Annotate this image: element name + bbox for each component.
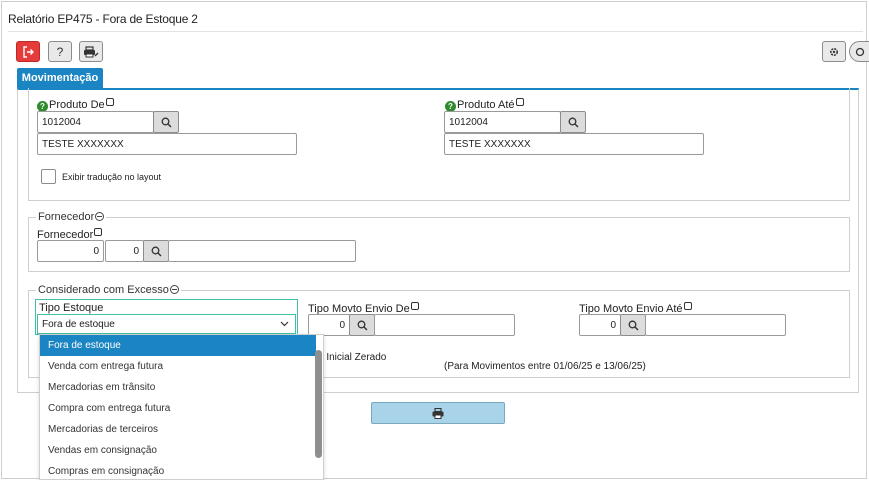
produto-ate-label: Produto Até [457, 99, 515, 111]
window-title: Relatório EP475 - Fora de Estoque 2 [8, 12, 198, 26]
fornecedor-code-input[interactable]: 0 [37, 240, 104, 262]
movto-ate-search-button[interactable] [620, 314, 646, 336]
chevron-down-icon [280, 321, 289, 327]
copy-icon[interactable] [105, 98, 114, 106]
excesso-legend: Considerado com Excesso [38, 284, 169, 296]
movto-de-search-button[interactable] [349, 314, 375, 336]
print-preview-button[interactable] [79, 41, 103, 62]
collapse-icon[interactable] [169, 285, 179, 294]
dropdown-option[interactable]: Compra com entrega futura [40, 398, 316, 419]
periodo-text: (Para Movimentos entre 01/06/25 e 13/06/… [444, 361, 646, 372]
collapse-icon[interactable] [95, 212, 105, 221]
produto-de-label-row: ? Produto De [37, 98, 114, 112]
saldo-inicial-label: o Inicial Zerado [318, 352, 387, 363]
exit-button[interactable] [16, 41, 40, 62]
copy-icon[interactable] [94, 228, 103, 236]
tipo-estoque-label: Tipo Estoque [39, 302, 104, 314]
dropdown-option[interactable]: Mercadorias em trânsito [40, 377, 316, 398]
movto-de-name-input[interactable] [374, 314, 515, 336]
copy-icon[interactable] [410, 302, 419, 310]
search-toggle-button[interactable] [849, 41, 869, 62]
dropdown-option[interactable]: Mercadorias de terceiros [40, 419, 316, 440]
search-icon [855, 47, 864, 56]
gear-icon [829, 47, 839, 56]
dropdown-option[interactable]: Compras em consignação [40, 461, 316, 479]
produto-de-label: Produto De [49, 99, 105, 111]
print-icon [432, 407, 444, 419]
print-icon [84, 45, 99, 57]
settings-button[interactable] [822, 41, 846, 62]
movto-de-input[interactable]: 0 [308, 314, 350, 336]
traducao-label: Exibir tradução no layout [62, 172, 162, 182]
produto-de-code-input[interactable]: 1012004 [37, 111, 154, 133]
copy-icon[interactable] [515, 98, 524, 106]
fornecedor-legend-row: Fornecedor [36, 211, 107, 223]
help-icon: ? [56, 44, 64, 59]
dropdown-scrollbar[interactable] [315, 350, 322, 458]
fornecedor-search-button[interactable] [143, 240, 169, 262]
print-button[interactable] [371, 402, 505, 424]
fornecedor-name-input[interactable] [168, 240, 356, 262]
dropdown-option[interactable]: Venda com entrega futura [40, 356, 316, 377]
exit-icon [23, 45, 34, 58]
movto-ate-input[interactable]: 0 [579, 314, 621, 336]
tipo-estoque-selected: Fora de estoque [42, 318, 115, 330]
produto-ate-code-input[interactable]: 1012004 [444, 111, 561, 133]
help-button[interactable]: ? [48, 41, 72, 62]
tab-movimentacao[interactable]: Movimentação [17, 68, 103, 88]
traducao-checkbox[interactable] [41, 169, 56, 184]
fornecedor-seq-input[interactable]: 0 [105, 240, 144, 262]
movto-ate-name-input[interactable] [645, 314, 786, 336]
fornecedor-legend: Fornecedor [38, 211, 95, 223]
title-divider [8, 31, 863, 32]
search-icon [628, 320, 638, 330]
tipo-estoque-select[interactable]: Fora de estoque [37, 314, 296, 334]
produto-ate-description-input[interactable]: TESTE XXXXXXX [444, 133, 704, 155]
search-icon [568, 117, 578, 127]
dropdown-option[interactable]: Fora de estoque [40, 335, 316, 356]
search-icon [151, 246, 161, 256]
produto-de-search-button[interactable] [153, 111, 179, 133]
tipo-estoque-dropdown: Fora de estoque Venda com entrega futura… [39, 334, 324, 480]
produto-ate-search-button[interactable] [560, 111, 586, 133]
dropdown-option[interactable]: Vendas em consignação [40, 440, 316, 461]
copy-icon[interactable] [683, 302, 692, 310]
search-icon [161, 117, 171, 127]
produto-de-description-input[interactable]: TESTE XXXXXXX [37, 133, 297, 155]
produto-ate-label-row: ? Produto Até [445, 98, 524, 112]
search-icon [357, 320, 367, 330]
excesso-legend-row: Considerado com Excesso [36, 284, 181, 296]
